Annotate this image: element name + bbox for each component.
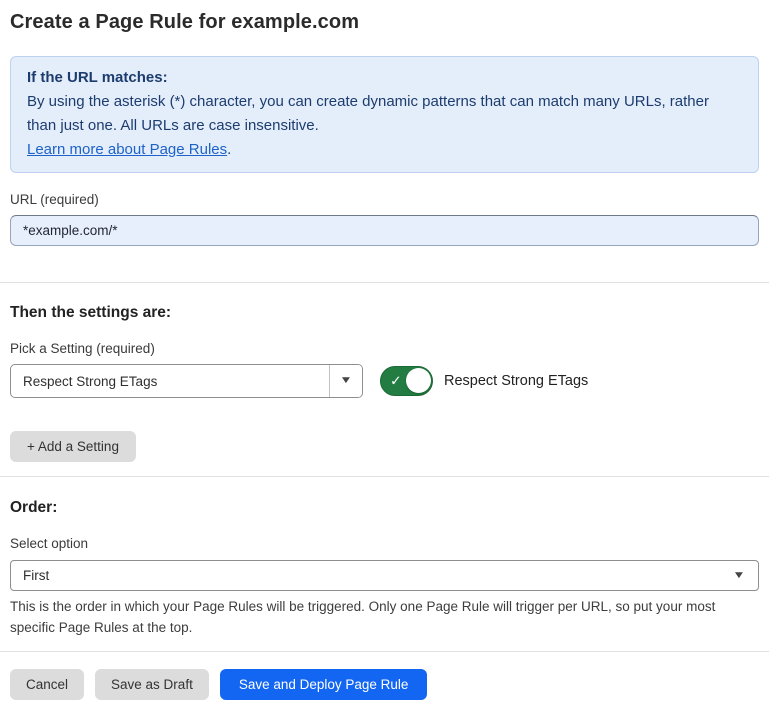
save-deploy-button[interactable]: Save and Deploy Page Rule: [220, 669, 428, 700]
page-rule-form: Create a Page Rule for example.com If th…: [0, 0, 769, 700]
pick-setting-label: Pick a Setting (required): [10, 341, 759, 357]
order-select[interactable]: First ▼: [10, 560, 759, 591]
order-select-label: Select option: [10, 536, 759, 552]
info-box-heading: If the URL matches:: [27, 66, 742, 90]
add-setting-button[interactable]: + Add a Setting: [10, 431, 136, 462]
cancel-button[interactable]: Cancel: [10, 669, 84, 700]
divider-actions: [0, 651, 769, 652]
setting-row: Respect Strong ETags ▼ ✓ Respect Strong …: [10, 364, 759, 398]
divider-url-settings: [0, 282, 769, 283]
check-icon: ✓: [390, 374, 402, 388]
page-title: Create a Page Rule for example.com: [10, 10, 759, 34]
url-label: URL (required): [10, 192, 759, 208]
order-heading: Order:: [10, 498, 759, 517]
url-input[interactable]: [10, 215, 759, 246]
chevron-down-icon: ▼: [732, 571, 745, 581]
setting-select[interactable]: Respect Strong ETags ▼: [10, 364, 363, 398]
order-help-text: This is the order in which your Page Rul…: [10, 596, 759, 638]
action-buttons: Cancel Save as Draft Save and Deploy Pag…: [10, 669, 759, 700]
info-box-link-line: Learn more about Page Rules.: [27, 138, 742, 162]
link-suffix: .: [227, 141, 231, 158]
toggle-label: Respect Strong ETags: [444, 373, 588, 389]
save-draft-button[interactable]: Save as Draft: [95, 669, 209, 700]
toggle-knob: [406, 368, 431, 393]
info-box-body: By using the asterisk (*) character, you…: [27, 90, 742, 138]
settings-heading: Then the settings are:: [10, 303, 759, 322]
divider-settings-order: [0, 476, 769, 477]
learn-more-link[interactable]: Learn more about Page Rules: [27, 141, 227, 158]
setting-select-arrow-button[interactable]: ▼: [329, 365, 362, 397]
chevron-down-icon: ▼: [339, 376, 352, 386]
setting-select-value: Respect Strong ETags: [11, 365, 329, 397]
order-select-value: First: [23, 568, 734, 583]
etags-toggle[interactable]: ✓: [380, 366, 433, 396]
url-match-info-box: If the URL matches: By using the asteris…: [10, 56, 759, 173]
